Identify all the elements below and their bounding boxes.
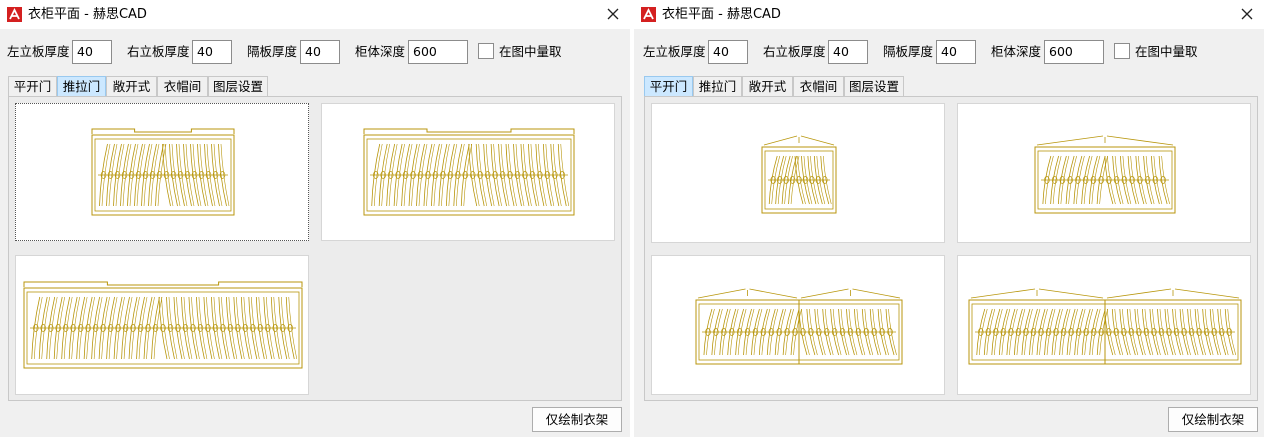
tab-cloakroom[interactable]: 衣帽间	[157, 76, 208, 97]
wardrobe-preview-hinged-2[interactable]	[957, 103, 1251, 243]
close-x-icon	[607, 8, 619, 20]
tab-open-style[interactable]: 敞开式	[106, 76, 157, 97]
close-button[interactable]	[602, 4, 624, 24]
right-panel-thickness-input[interactable]: 40	[192, 40, 232, 64]
close-button[interactable]	[1236, 4, 1258, 24]
tab-sliding-door[interactable]: 推拉门	[693, 76, 742, 97]
left-panel-thickness-input[interactable]: 40	[72, 40, 112, 64]
right-panel-thickness-label: 右立板厚度	[127, 44, 190, 59]
wardrobe-preview-sliding-2[interactable]	[321, 103, 615, 241]
shelf-thickness-input[interactable]: 40	[300, 40, 340, 64]
measure-in-drawing-label: 在图中量取	[499, 44, 562, 59]
shelf-thickness-label: 隔板厚度	[883, 44, 934, 59]
wardrobe-drawing	[23, 281, 303, 369]
left-panel-thickness-label: 左立板厚度	[7, 44, 70, 59]
wardrobe-preview-sliding-1[interactable]	[15, 103, 309, 241]
wardrobe-drawing	[695, 288, 903, 365]
shelf-thickness-input[interactable]: 40	[936, 40, 976, 64]
window-title: 衣柜平面 - 赫思CAD	[662, 7, 781, 22]
wardrobe-preview-hinged-4[interactable]	[957, 255, 1251, 395]
draw-hanger-only-button[interactable]: 仅绘制衣架	[532, 407, 622, 432]
autocad-a-icon	[641, 7, 656, 22]
wardrobe-preview-hinged-1[interactable]	[651, 103, 945, 243]
measure-in-drawing-checkbox[interactable]	[478, 43, 494, 59]
tab-open-style[interactable]: 敞开式	[742, 76, 793, 97]
shelf-thickness-label: 隔板厚度	[247, 44, 298, 59]
title-bar: 衣柜平面 - 赫思CAD	[634, 0, 1264, 29]
cabinet-depth-input[interactable]: 600	[1044, 40, 1104, 64]
wardrobe-drawing	[761, 135, 837, 214]
wardrobe-plan-dialog-hinged: 衣柜平面 - 赫思CAD 左立板厚度 40 右立板厚度 40 隔板厚度 40 柜…	[634, 0, 1264, 437]
tab-layer-settings[interactable]: 图层设置	[208, 76, 268, 97]
tab-hinged-door[interactable]: 平开门	[644, 76, 693, 97]
window-title: 衣柜平面 - 赫思CAD	[28, 7, 147, 22]
cabinet-depth-label: 柜体深度	[991, 44, 1042, 59]
wardrobe-drawing	[363, 128, 575, 216]
close-x-icon	[1241, 8, 1253, 20]
left-panel-thickness-input[interactable]: 40	[708, 40, 748, 64]
tab-sliding-door[interactable]: 推拉门	[57, 76, 106, 97]
right-panel-thickness-input[interactable]: 40	[828, 40, 868, 64]
draw-hanger-only-button[interactable]: 仅绘制衣架	[1168, 407, 1258, 432]
cabinet-depth-input[interactable]: 600	[408, 40, 468, 64]
cabinet-depth-label: 柜体深度	[355, 44, 406, 59]
wardrobe-drawing	[91, 128, 235, 216]
tab-layer-settings[interactable]: 图层设置	[844, 76, 904, 97]
right-panel-thickness-label: 右立板厚度	[763, 44, 826, 59]
wardrobe-drawing	[968, 288, 1242, 365]
wardrobe-drawing	[1034, 135, 1176, 214]
title-bar: 衣柜平面 - 赫思CAD	[0, 0, 630, 29]
measure-in-drawing-checkbox[interactable]	[1114, 43, 1130, 59]
tab-panel	[8, 96, 622, 401]
measure-in-drawing-label: 在图中量取	[1135, 44, 1198, 59]
tab-hinged-door[interactable]: 平开门	[8, 76, 57, 97]
wardrobe-plan-dialog-sliding: 衣柜平面 - 赫思CAD 左立板厚度 40 右立板厚度 40 隔板厚度 40 柜…	[0, 0, 630, 437]
left-panel-thickness-label: 左立板厚度	[643, 44, 706, 59]
tab-cloakroom[interactable]: 衣帽间	[793, 76, 844, 97]
wardrobe-preview-sliding-3[interactable]	[15, 255, 309, 395]
tab-panel	[644, 96, 1258, 401]
wardrobe-preview-hinged-3[interactable]	[651, 255, 945, 395]
autocad-a-icon	[7, 7, 22, 22]
